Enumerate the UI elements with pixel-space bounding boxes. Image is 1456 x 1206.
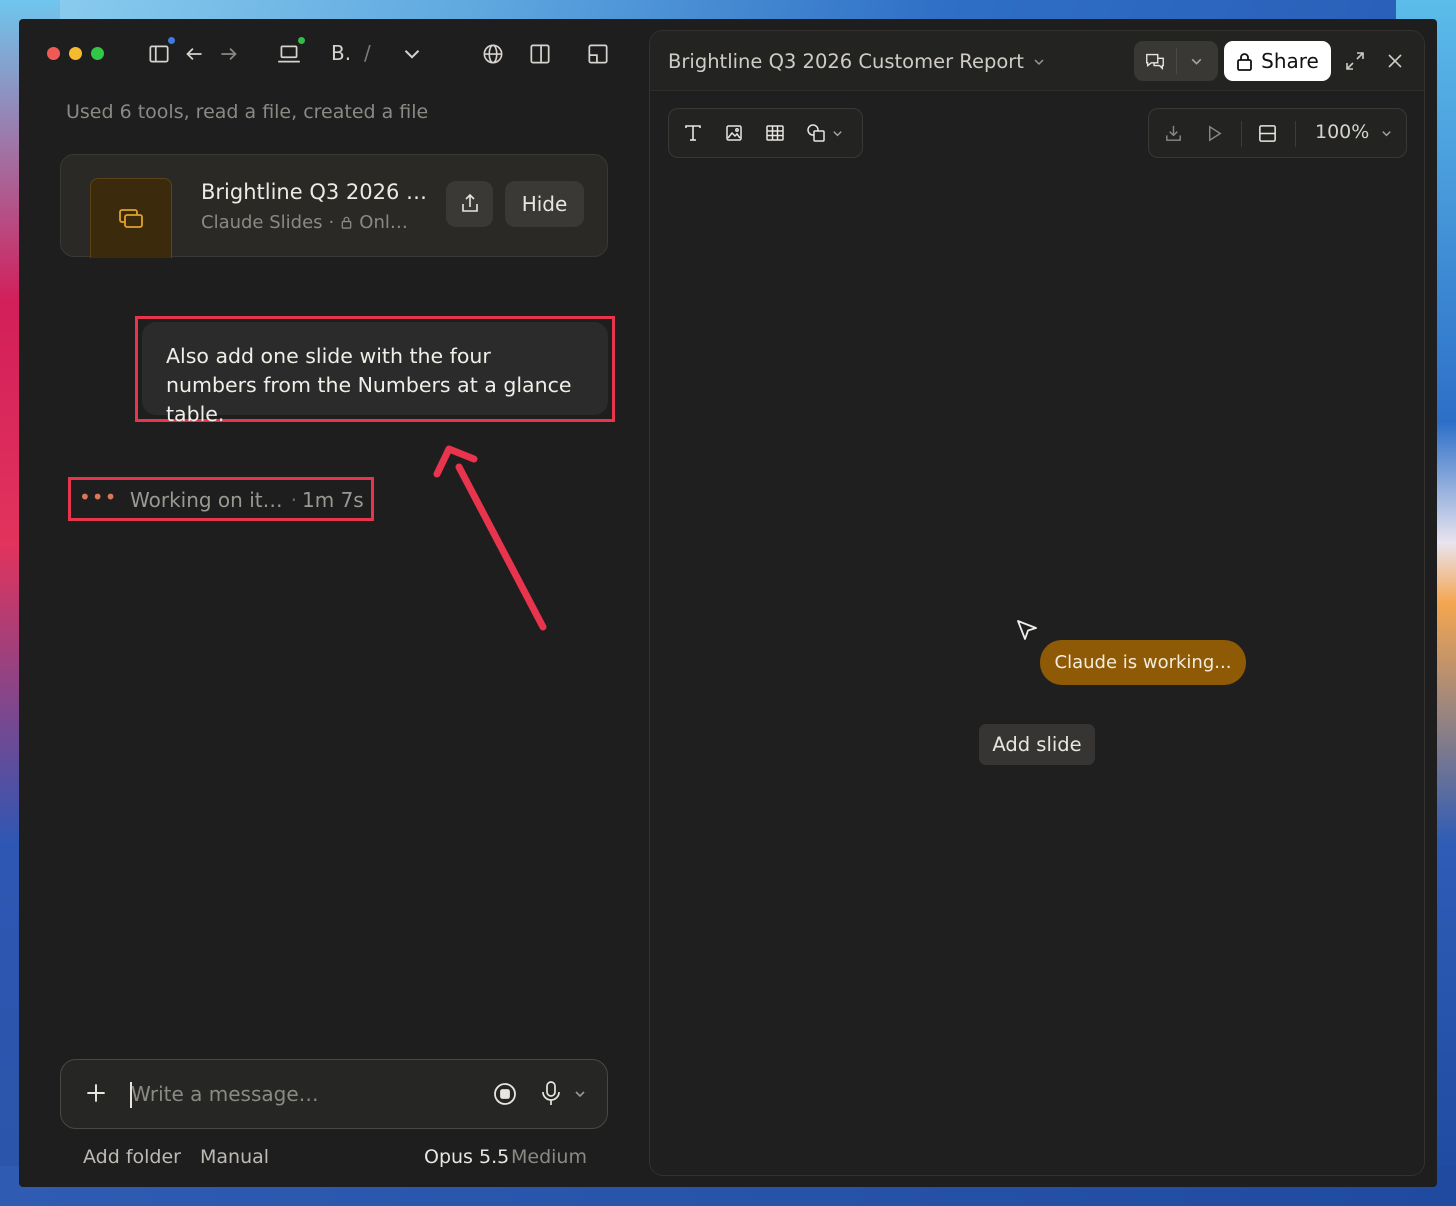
user-message: Also add one slide with the four numbers… [142,322,608,426]
insert-toolbar [668,108,863,158]
zoom-level[interactable]: 100% [1315,121,1369,143]
shapes-tool-icon[interactable] [805,122,827,144]
working-status: Working on it… · [130,488,305,512]
message-input[interactable] [131,1077,471,1111]
breadcrumb-first[interactable]: B. [331,41,351,65]
minimize-window-button[interactable] [69,47,82,60]
close-window-button[interactable] [47,47,60,60]
file-subtitle: Claude Slides · Onl… [201,212,408,233]
working-dots-icon: ••• [79,485,118,509]
file-title: Brightline Q3 2026 … [201,180,428,204]
download-icon[interactable] [1163,123,1184,144]
message-composer [60,1059,608,1129]
slides-thumbnail [90,178,172,258]
image-tool-icon[interactable] [723,122,745,144]
comments-toggle[interactable] [1134,41,1218,81]
expand-icon[interactable] [1344,50,1366,72]
panel-layout-icon[interactable] [585,41,611,67]
sidebar-toggle-icon[interactable] [146,41,172,67]
model-selector[interactable]: Opus 5.5 [424,1146,509,1168]
document-title: Brightline Q3 2026 Customer Report [668,50,1024,73]
status-text: Working on it… [130,488,283,512]
claude-working-indicator: Claude is working... [1040,640,1246,685]
maximize-window-button[interactable] [91,47,104,60]
chevron-down-icon[interactable] [831,127,844,140]
laptop-icon[interactable] [276,41,302,67]
chevron-down-icon[interactable] [573,1087,587,1101]
close-icon[interactable] [1385,51,1405,71]
upload-icon [461,193,478,212]
artifact-header: Brightline Q3 2026 Customer Report Share [650,31,1424,91]
file-card[interactable]: Brightline Q3 2026 … Claude Slides · Onl… [60,154,608,258]
view-toolbar: 100% [1148,108,1407,158]
slides-icon [119,208,143,228]
text-tool-icon[interactable] [682,122,704,144]
breadcrumb-separator: / [364,41,371,65]
share-label: Share [1261,49,1319,73]
toolbar-separator [1295,121,1296,147]
back-arrow-icon[interactable] [181,41,207,67]
notification-dot [168,37,175,44]
file-visibility: Onl… [359,212,408,233]
document-title-menu[interactable]: Brightline Q3 2026 Customer Report [668,50,1046,73]
lock-icon [1237,52,1253,71]
subtitle-dot: · [328,212,335,233]
file-app: Claude Slides [201,212,323,233]
globe-icon[interactable] [480,41,506,67]
add-folder-link[interactable]: Add folder [83,1146,181,1168]
forward-arrow-icon[interactable] [216,41,242,67]
add-slide-button[interactable]: Add slide [979,724,1095,765]
toolbar-separator [1241,121,1242,147]
table-tool-icon[interactable] [764,122,786,144]
chevron-down-icon[interactable] [1380,127,1393,140]
chevron-down-icon [1034,58,1044,65]
app-window: B. / Used 6 tools, read a file, created … [19,19,1437,1187]
stop-icon[interactable] [492,1081,518,1107]
lock-icon [341,216,352,229]
elapsed-time: 1m 7s [302,488,364,512]
split-view-icon[interactable] [527,41,553,67]
plus-icon[interactable] [83,1080,109,1106]
window-controls [47,47,104,60]
comments-icon [1146,53,1164,70]
mode-selector[interactable]: Manual [200,1146,269,1168]
chevron-down-icon[interactable] [399,41,425,67]
status-separator: · [290,488,297,512]
artifact-panel: Brightline Q3 2026 Customer Report Share [649,30,1425,1176]
layout-toggle-icon[interactable] [1257,123,1278,144]
claude-pointer-icon [1017,620,1037,640]
share-button[interactable]: Share [1224,41,1331,81]
file-share-button[interactable] [446,181,493,227]
hide-button[interactable]: Hide [505,181,584,227]
effort-selector[interactable]: Medium [511,1146,587,1168]
play-icon[interactable] [1204,123,1225,144]
microphone-icon[interactable] [539,1079,563,1107]
chevron-down-icon[interactable] [1189,54,1204,69]
tools-summary[interactable]: Used 6 tools, read a file, created a fil… [66,101,428,123]
online-dot [298,37,305,44]
toggle-divider [1176,48,1177,74]
annotation-arrow [433,445,547,631]
